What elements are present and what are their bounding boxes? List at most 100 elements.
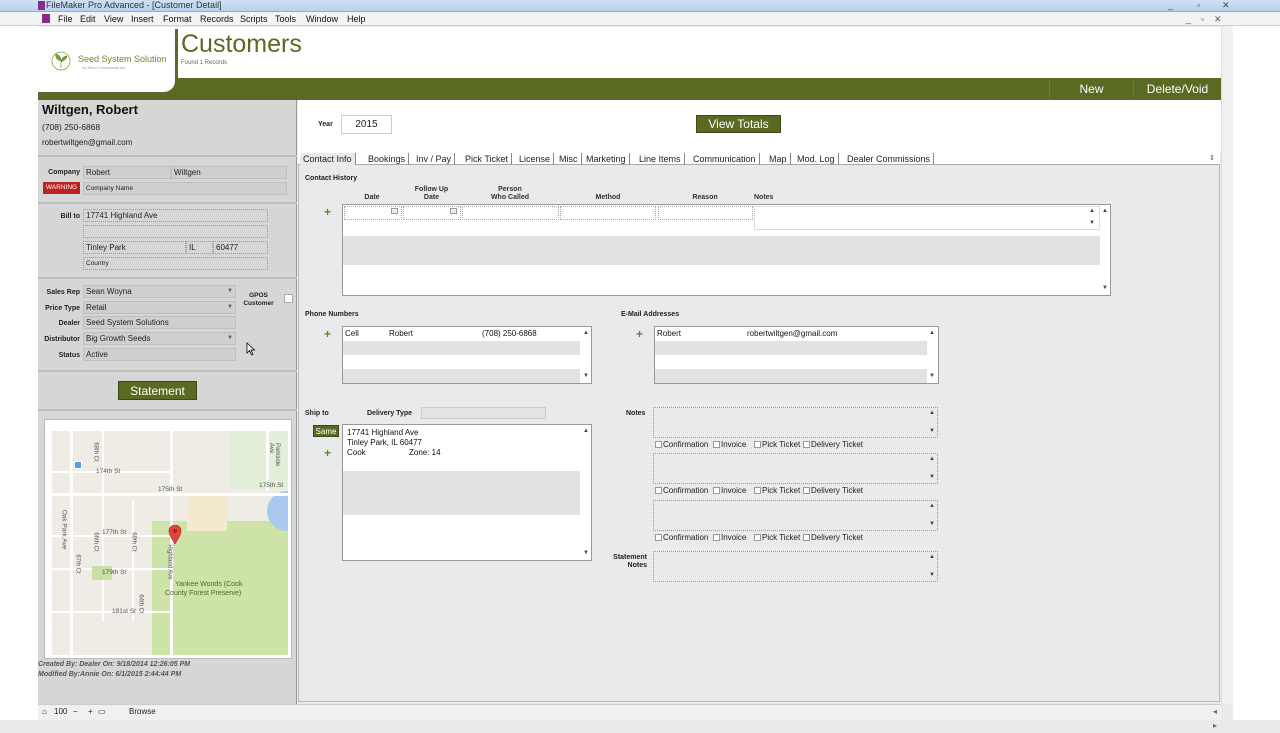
calendar-icon[interactable] xyxy=(391,208,398,214)
zoom-level[interactable]: 100 xyxy=(54,705,67,719)
confirmation-checkbox[interactable]: Confirmation xyxy=(655,486,708,495)
reason-input[interactable] xyxy=(658,206,753,220)
statement-notes-field[interactable]: ▲ ▼ xyxy=(653,551,938,582)
tab-scroll-icon[interactable]: ⇕ xyxy=(1209,154,1215,162)
last-name-field[interactable]: Wiltgen xyxy=(171,166,287,179)
mode-indicator[interactable]: Browse xyxy=(129,705,156,719)
tab-contact-info[interactable]: Contact Info xyxy=(300,153,356,165)
tab-line-items[interactable]: Line Items xyxy=(636,153,685,165)
menu-edit[interactable]: Edit xyxy=(80,13,96,25)
gpos-checkbox[interactable] xyxy=(284,294,293,303)
inner-close-icon[interactable]: ✕ xyxy=(1214,13,1222,25)
note-field-2[interactable]: ▲ ▼ xyxy=(653,453,938,484)
email-portal[interactable]: Robert robertwiltgen@gmail.com ▲ ▼ xyxy=(654,326,939,384)
inner-restore-icon[interactable]: ▫ xyxy=(1201,13,1204,25)
scroll-up-icon[interactable]: ▲ xyxy=(929,330,935,336)
delete-void-button[interactable]: Delete/Void xyxy=(1133,80,1221,98)
pick-ticket-checkbox[interactable]: Pick Ticket xyxy=(754,533,800,542)
scroll-up-icon[interactable]: ▲ xyxy=(929,410,935,416)
scroll-up-icon[interactable]: ▲ xyxy=(929,456,935,462)
menu-scripts[interactable]: Scripts xyxy=(240,13,268,25)
bill-country-field[interactable]: Country xyxy=(83,257,268,270)
scroll-right-icon[interactable]: ◂ ▸ xyxy=(1213,705,1221,733)
note-field-3[interactable]: ▲ ▼ xyxy=(653,500,938,531)
tab-inv-pay[interactable]: Inv / Pay xyxy=(413,153,456,165)
minimize-icon[interactable]: _ xyxy=(1168,0,1173,11)
scroll-up-icon[interactable]: ▲ xyxy=(1089,208,1095,214)
add-phone-icon[interactable]: + xyxy=(324,327,331,341)
scroll-up-icon[interactable]: ▲ xyxy=(583,330,589,336)
tab-mod-log[interactable]: Mod. Log xyxy=(794,153,839,165)
tab-pick-ticket[interactable]: Pick Ticket xyxy=(462,153,513,165)
invoice-checkbox[interactable]: Invoice xyxy=(713,533,746,542)
invoice-checkbox[interactable]: Invoice xyxy=(713,486,746,495)
scroll-down-icon[interactable]: ▼ xyxy=(929,428,935,434)
status-field[interactable]: Active xyxy=(83,348,236,361)
scroll-down-icon[interactable]: ▼ xyxy=(1089,220,1095,226)
pick-ticket-checkbox[interactable]: Pick Ticket xyxy=(754,486,800,495)
confirmation-checkbox[interactable]: Confirmation xyxy=(655,533,708,542)
price-type-select[interactable]: Retail xyxy=(83,301,236,314)
contact-history-portal[interactable]: ▲ ▼ ▲ ▼ xyxy=(342,204,1111,296)
tab-bookings[interactable]: Bookings xyxy=(365,153,410,165)
scroll-up-icon[interactable]: ▲ xyxy=(1102,208,1108,214)
statement-button[interactable]: Statement xyxy=(118,381,197,400)
inner-minimize-icon[interactable]: _ xyxy=(1186,13,1191,25)
scroll-up-icon[interactable]: ▲ xyxy=(583,428,589,434)
menu-help[interactable]: Help xyxy=(347,13,366,25)
note-field-1[interactable]: ▲ ▼ xyxy=(653,407,938,438)
phone-portal[interactable]: Cell Robert (708) 250-6868 ▲ ▼ xyxy=(342,326,592,384)
window-scrollbar[interactable] xyxy=(1221,27,1233,704)
location-pin-icon[interactable] xyxy=(168,525,182,545)
add-ship-to-icon[interactable]: + xyxy=(324,446,331,460)
first-name-field[interactable]: Robert xyxy=(83,166,171,179)
menu-tools[interactable]: Tools xyxy=(275,13,296,25)
scroll-up-icon[interactable]: ▲ xyxy=(929,554,935,560)
scroll-down-icon[interactable]: ▼ xyxy=(583,550,589,556)
scroll-down-icon[interactable]: ▼ xyxy=(929,521,935,527)
delivery-ticket-checkbox[interactable]: Delivery Ticket xyxy=(803,486,863,495)
new-button[interactable]: New xyxy=(1049,80,1133,98)
bill-zip-field[interactable]: 60477 xyxy=(213,241,268,254)
close-icon[interactable]: ✕ xyxy=(1222,0,1230,11)
tab-communication[interactable]: Communication xyxy=(690,153,760,165)
scroll-down-icon[interactable]: ▼ xyxy=(583,373,589,379)
maximize-icon[interactable]: ▫ xyxy=(1197,0,1200,11)
company-name-field[interactable]: Company Name xyxy=(83,182,287,195)
menu-format[interactable]: Format xyxy=(163,13,192,25)
zoom-in-icon[interactable]: + xyxy=(88,705,93,719)
home-icon[interactable]: ⌂ xyxy=(42,705,47,719)
add-email-icon[interactable]: + xyxy=(636,327,643,341)
year-field[interactable]: 2015 xyxy=(341,115,392,134)
menu-file[interactable]: File xyxy=(58,13,73,25)
invoice-checkbox[interactable]: Invoice xyxy=(713,440,746,449)
add-contact-history-icon[interactable]: + xyxy=(324,205,331,219)
bill-city-field[interactable]: Tinley Park xyxy=(83,241,186,254)
delivery-type-field[interactable] xyxy=(421,407,546,419)
scroll-down-icon[interactable]: ▼ xyxy=(1102,285,1108,291)
layout-toggle-icon[interactable]: ▭ xyxy=(98,705,106,719)
zoom-out-icon[interactable]: − xyxy=(73,705,78,719)
same-button[interactable]: Same xyxy=(313,425,339,437)
confirmation-checkbox[interactable]: Confirmation xyxy=(655,440,708,449)
dealer-field[interactable]: Seed System Solutions xyxy=(83,316,236,329)
delivery-ticket-checkbox[interactable]: Delivery Ticket xyxy=(803,533,863,542)
menu-window[interactable]: Window xyxy=(306,13,338,25)
calendar-icon[interactable] xyxy=(450,208,457,214)
chevron-down-icon[interactable]: ▼ xyxy=(227,304,233,310)
view-totals-button[interactable]: View Totals xyxy=(696,115,781,133)
scroll-down-icon[interactable]: ▼ xyxy=(929,474,935,480)
tab-license[interactable]: License xyxy=(516,153,555,165)
menu-view[interactable]: View xyxy=(104,13,123,25)
person-input[interactable] xyxy=(462,206,559,220)
sales-rep-select[interactable]: Sean Woyna xyxy=(83,285,236,298)
tab-dealer-commissions[interactable]: Dealer Commissions xyxy=(844,153,935,165)
delivery-ticket-checkbox[interactable]: Delivery Ticket xyxy=(803,440,863,449)
scroll-up-icon[interactable]: ▲ xyxy=(929,503,935,509)
notes-input[interactable] xyxy=(754,206,1100,230)
tab-map[interactable]: Map xyxy=(766,153,791,165)
distributor-select[interactable]: Big Growth Seeds xyxy=(83,332,236,345)
ship-to-portal[interactable]: 17741 Highland Ave Tinley Park, IL 60477… xyxy=(342,424,592,561)
bill-state-field[interactable]: IL xyxy=(186,241,213,254)
method-input[interactable] xyxy=(560,206,656,220)
